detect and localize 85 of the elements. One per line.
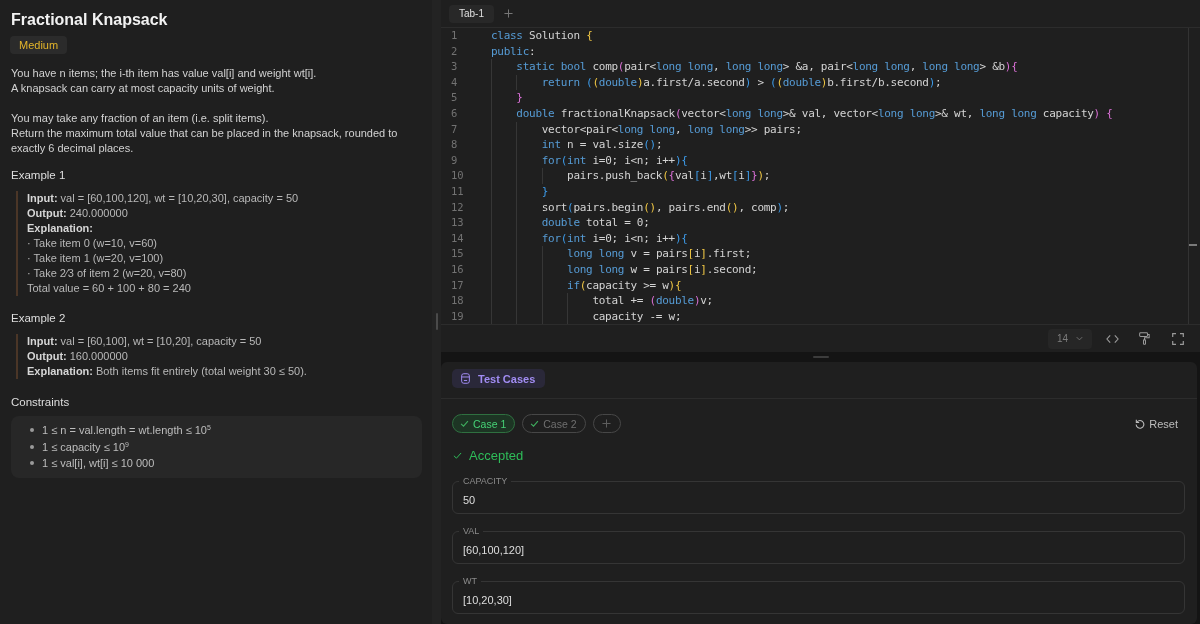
resize-handle[interactable]: [812, 356, 829, 358]
description-text: Return the maximum total value that can be placed in the knapsack, rounded to exactly 6 decimal places.: [11, 126, 399, 156]
input-field[interactable]: VAL [60,100,120]: [452, 525, 1185, 564]
code-line: class Solution {: [491, 28, 593, 44]
code-line: }: [541, 183, 549, 200]
line-number: 3: [451, 59, 459, 75]
description-text: You may take any fraction of an item (i.e. split items).: [11, 111, 270, 126]
input-field[interactable]: WT [10,20,30]: [452, 575, 1185, 614]
line-number: 13: [451, 215, 465, 231]
plus-icon[interactable]: [504, 9, 513, 18]
line-number: 19: [451, 308, 465, 324]
problem-title: Fractional Knapsack: [11, 10, 168, 30]
line-number: 17: [451, 277, 465, 293]
bullet-icon: [30, 444, 34, 449]
paint-roller-icon[interactable]: [1139, 332, 1150, 345]
line-number: 18: [451, 293, 465, 309]
note-icon: [461, 373, 470, 384]
example-line: Output: 240.000000: [27, 206, 129, 221]
code-line: long long w = pairs[i].second;: [567, 261, 758, 278]
input-field[interactable]: CAPACITY 50: [452, 475, 1185, 514]
code-line: public:: [491, 43, 536, 60]
code-line: long long v = pairs[i].first;: [567, 246, 752, 262]
example-line: Output: 160.000000: [27, 349, 129, 364]
code-line: pairs.push_back({val[i],wt[i]});: [567, 168, 771, 184]
line-number: 8: [451, 137, 459, 153]
editor-tab[interactable]: Tab-1: [449, 4, 494, 23]
example-line: · Take item 0 (w=10, v=60): [27, 236, 159, 251]
bullet-icon: [30, 461, 34, 466]
line-number: 5: [451, 90, 459, 106]
example-heading: Example 1: [11, 168, 66, 183]
code-line: total += (double)v;: [592, 293, 713, 309]
example-line: · Take item 1 (w=20, v=100): [27, 251, 165, 266]
line-number: 6: [451, 105, 459, 121]
code-line: double fractionalKnapsack(vector<long long>& val, vector<long long>& wt, long long capacity) {: [516, 105, 1113, 122]
line-number: 14: [451, 230, 465, 246]
scrollbar[interactable]: [1188, 28, 1197, 324]
line-number: 1: [451, 28, 459, 43]
code-line: }: [516, 90, 523, 106]
line-number: 11: [451, 183, 465, 199]
bullet-icon: [30, 428, 34, 433]
description-text: You have n items; the i-th item has value val[i] and weight wt[i].: [11, 66, 318, 81]
code-line: static bool comp(pair<long long, long long> &a, pair<long long, long long> &b){: [516, 59, 1018, 75]
fullscreen-icon[interactable]: [1172, 332, 1184, 345]
line-number: 7: [451, 121, 459, 137]
line-number: 15: [451, 246, 465, 262]
check-icon: [453, 451, 462, 460]
code-icon[interactable]: [1106, 333, 1119, 344]
line-number: 9: [451, 152, 459, 168]
line-number: 2: [451, 43, 459, 59]
test-cases-button[interactable]: Test Cases: [452, 369, 546, 388]
constraint-text: 1 ≤ val[i], wt[i] ≤ 10 000: [42, 457, 155, 470]
code-line: for(int i=0; i<n; i++){: [541, 152, 688, 169]
resize-handle[interactable]: [435, 313, 438, 330]
line-number: 4: [451, 74, 459, 90]
line-number: 10: [451, 168, 465, 184]
result-text: Accepted: [469, 448, 524, 463]
difficulty-badge: Medium: [10, 36, 68, 54]
code-line: int n = val.size();: [541, 137, 663, 153]
code-line: double total = 0;: [541, 215, 650, 231]
example-line: Input: val = [60,100,120], wt = [10,20,30], capacity = 50: [27, 191, 299, 206]
line-number: 16: [451, 261, 465, 277]
description-text: A knapsack can carry at most capacity units of weight.: [11, 81, 276, 96]
example-heading: Example 2: [11, 311, 66, 326]
constraints-heading: Constraints: [11, 395, 70, 410]
reset-icon: [1135, 418, 1146, 429]
example-line: · Take 2⁄3 of item 2 (w=20, v=80): [27, 266, 188, 281]
example-line: Total value = 60 + 100 + 80 = 240: [27, 281, 192, 296]
code-line: return ((double)a.first/a.second) > ((double)b.first/b.second);: [541, 74, 942, 91]
font-size-select[interactable]: 14: [1048, 328, 1092, 349]
constraint-text: 1 ≤ n = val.length = wt.length ≤ 10$^{5}$: [42, 424, 211, 437]
example-line: Input: val = [60,100], wt = [10,20], capacity = 50: [27, 334, 263, 349]
code-line: sort(pairs.begin(), pairs.end(), comp);: [541, 199, 790, 216]
plus-icon: [602, 419, 612, 428]
example-line: Explanation:: [27, 221, 94, 236]
example-line: Explanation: Both items fit entirely (total weight 30 ≤ 50).: [27, 364, 307, 379]
reset-button[interactable]: Reset: [1135, 417, 1178, 430]
code-line: if(capacity >= w){: [567, 277, 682, 294]
code-line: for(int i=0; i<n; i++){: [541, 230, 688, 247]
scrollbar-thumb[interactable]: [1189, 244, 1197, 246]
case-tab[interactable]: Case 1: [452, 414, 516, 433]
line-number: 12: [451, 199, 465, 215]
chevron-down-icon: [1076, 336, 1083, 341]
constraint-text: 1 ≤ capacity ≤ 10$^{9}$: [42, 440, 129, 453]
code-line: vector<pair<long long, long long>> pairs;: [541, 121, 802, 138]
code-line: capacity -= w;: [592, 308, 682, 325]
